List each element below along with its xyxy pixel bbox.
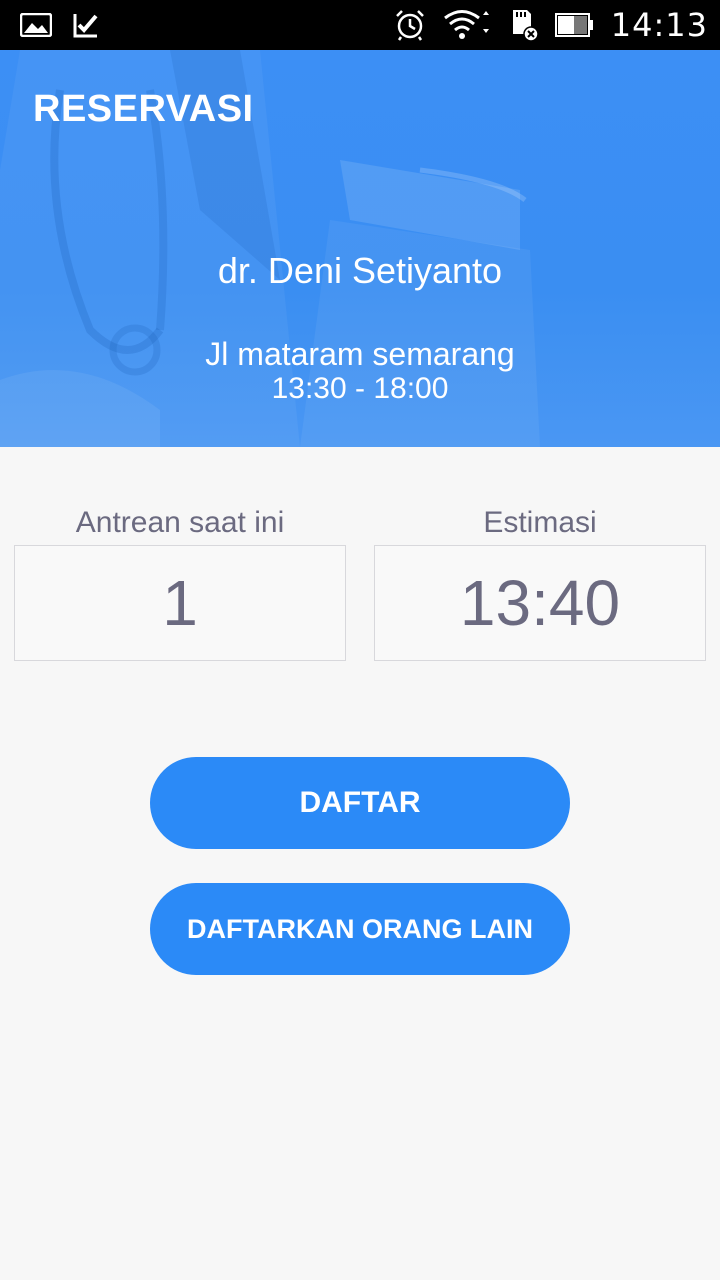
clock: 14:13 [610,6,708,44]
current-queue-value: 1 [162,567,198,639]
estimate-value: 13:40 [459,567,621,639]
battery-icon [554,12,595,38]
current-queue-box: 1 [14,545,346,661]
current-queue-label: Antrean saat ini [75,506,285,539]
doctor-header: RESERVASI dr. Deni Setiyanto Jl mataram … [0,50,720,447]
sd-card-icon [507,8,539,42]
doctor-address: Jl mataram semarang [205,336,515,372]
practice-hours: 13:30 - 18:00 [271,372,449,405]
checklist-icon [72,11,100,39]
notification-icons [20,0,100,50]
status-bar: 14:13 [0,0,720,50]
page-title: RESERVASI [33,88,254,130]
wifi-icon [443,9,491,41]
alarm-icon [393,8,427,42]
system-icons: 14:13 [393,0,708,50]
doctor-name: dr. Deni Setiyanto [217,250,503,291]
register-other-button[interactable]: DAFTARKAN ORANG LAIN [150,883,570,975]
gallery-icon [20,13,52,37]
estimate-box: 13:40 [374,545,706,661]
register-button[interactable]: DAFTAR [150,757,570,849]
estimate-label: Estimasi [483,506,597,539]
